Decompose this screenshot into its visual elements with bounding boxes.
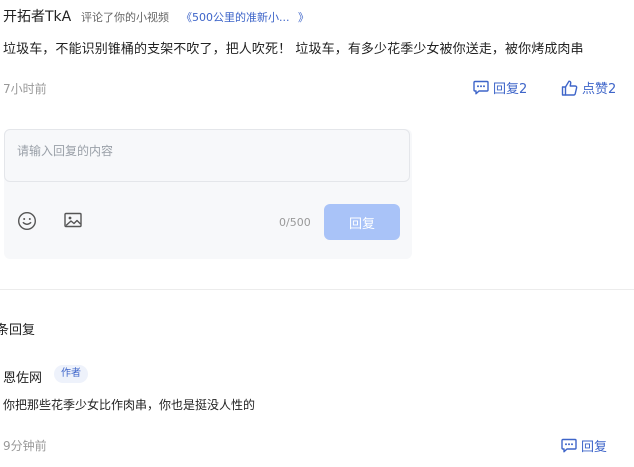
comment-reply-button[interactable]: 回复2 [473,78,527,97]
reply-input[interactable] [4,129,410,182]
section-divider [0,289,634,290]
video-title-link[interactable]: 《500公里的准新小... [181,9,290,25]
reply-reply-button[interactable]: 回复 [561,436,607,455]
submit-reply-button[interactable]: 回复 [324,204,400,240]
comment-icon [473,80,489,95]
comment-action-text: 评论了你的小视频 [81,11,169,24]
emoji-smile-icon[interactable] [17,211,37,235]
comment-reply-label: 回复2 [493,82,528,97]
reply-text: 你把那些花季少女比作肉串，你也是挺没人性的 [3,398,256,412]
image-icon[interactable] [64,212,82,232]
reply-count-label: 条回复 [0,323,36,338]
reply-timestamp: 9分钟前 [3,439,47,453]
thumbs-up-icon [561,80,578,96]
video-title-close-bracket: 》 [298,11,309,24]
comment-icon [561,438,577,453]
reply-author-name[interactable]: 恩佐网 [3,367,42,386]
comment-timestamp: 7小时前 [3,82,47,96]
author-badge: 作者 [54,365,88,383]
reply-editor: 0/500 回复 [4,129,412,259]
comment-text: 垃圾车，不能识别锥桶的支架不吹了，把人吹死！ 垃圾车，有多少花季少女被你送走，被… [3,42,584,57]
comment-author-name[interactable]: 开拓者TkA [3,6,71,26]
like-button[interactable]: 点赞2 [561,78,616,97]
reply-reply-label: 回复 [581,440,608,455]
char-count: 0/500 [279,216,311,229]
like-label: 点赞2 [582,82,617,97]
